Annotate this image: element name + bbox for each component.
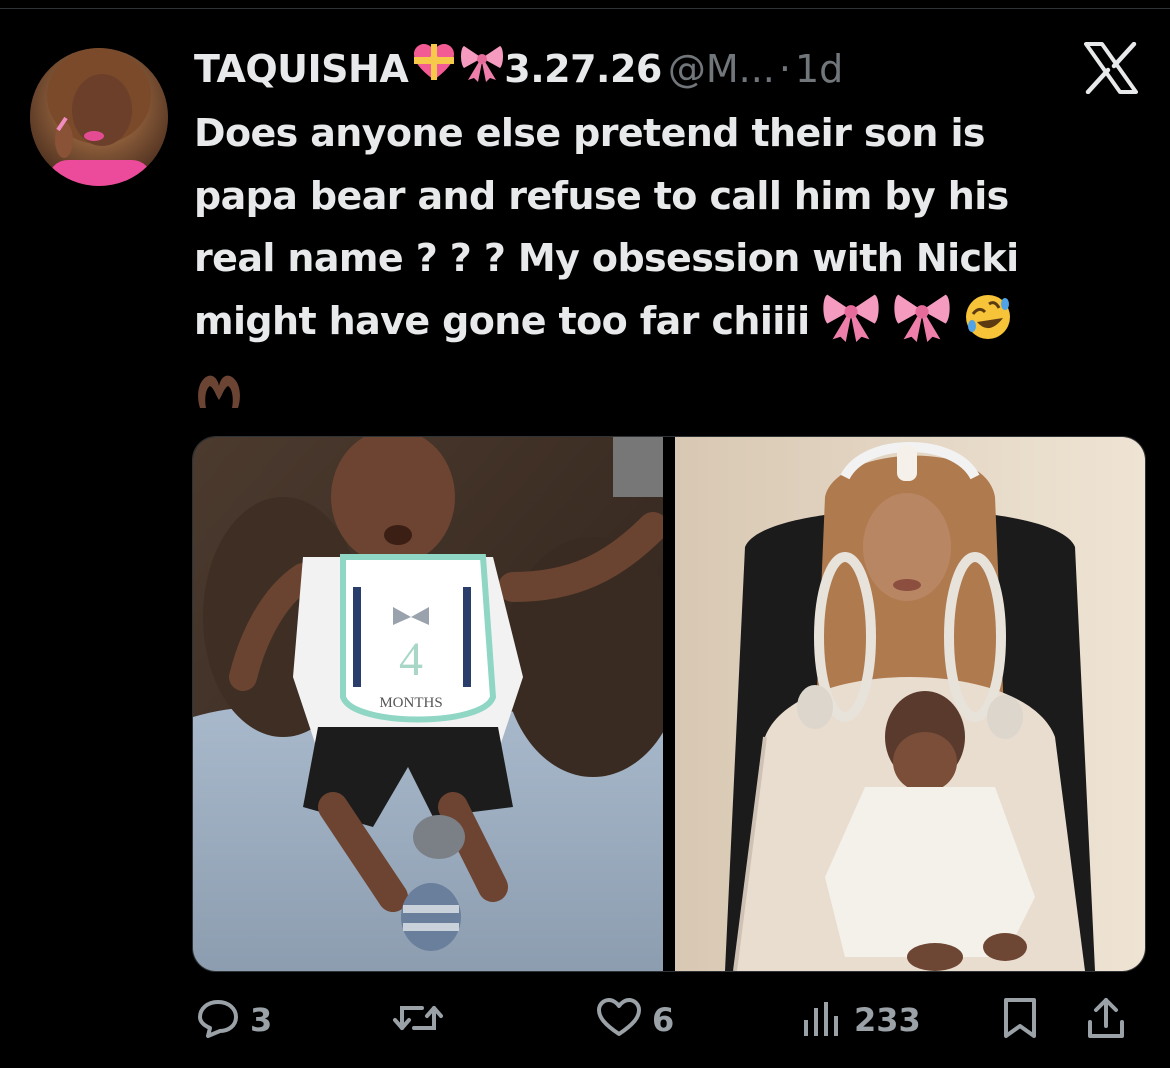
top-divider bbox=[0, 8, 1170, 9]
pink-bow-icon bbox=[460, 40, 504, 98]
post-text-line: papa bear and refuse to call him by his bbox=[194, 173, 1009, 218]
like-icon bbox=[596, 998, 642, 1042]
bib-text: MONTHS bbox=[379, 695, 442, 711]
bookmark-icon bbox=[998, 996, 1042, 1044]
post-text: Does anyone else pretend their son is pa… bbox=[194, 102, 1124, 431]
like-button[interactable]: 6 bbox=[596, 990, 674, 1050]
views-count: 233 bbox=[854, 1001, 921, 1039]
reply-icon bbox=[196, 998, 240, 1042]
pink-bow-icon bbox=[893, 292, 951, 361]
post-text-line-emoji bbox=[194, 360, 1124, 431]
avatar[interactable] bbox=[30, 48, 168, 186]
bib-number: 4 bbox=[399, 633, 423, 686]
reply-count: 3 bbox=[250, 1001, 273, 1039]
repost-button[interactable] bbox=[392, 990, 454, 1050]
separator-dot: · bbox=[778, 47, 791, 91]
share-button[interactable] bbox=[1084, 990, 1128, 1050]
post-timestamp[interactable]: 1d bbox=[795, 40, 843, 98]
baby-photo[interactable]: 4 MONTHS bbox=[193, 437, 683, 971]
heart-hands-icon bbox=[194, 368, 244, 431]
repost-icon bbox=[392, 998, 444, 1042]
post-text-line: Does anyone else pretend their son is bbox=[194, 111, 985, 155]
bookmark-button[interactable] bbox=[998, 990, 1042, 1050]
action-bar: 3 6 233 bbox=[0, 990, 1170, 1050]
like-count: 6 bbox=[652, 1001, 675, 1039]
post-text-line-with-emojis: might have gone too far chiiii bbox=[194, 290, 1124, 361]
pink-bow-icon bbox=[822, 292, 880, 361]
mother-and-baby-photo[interactable] bbox=[675, 437, 1145, 971]
share-icon bbox=[1084, 996, 1128, 1044]
post-text-line: might have gone too far chiiii bbox=[194, 298, 810, 343]
post-text-line: real name ? ? ? My obsession with Nicki bbox=[194, 236, 1019, 280]
x-logo-icon[interactable] bbox=[1084, 41, 1138, 95]
heart-with-ribbon-icon bbox=[414, 40, 455, 98]
display-name[interactable]: TAQUISHA bbox=[194, 40, 409, 98]
reply-button[interactable]: 3 bbox=[196, 990, 272, 1050]
user-handle[interactable]: @M... bbox=[668, 40, 775, 98]
post-header: TAQUISHA 3.27.26 @M... · 1d bbox=[194, 40, 843, 98]
post-media[interactable]: 4 MONTHS bbox=[192, 436, 1146, 972]
views-icon bbox=[800, 998, 844, 1042]
display-name-suffix: 3.27.26 bbox=[504, 47, 662, 91]
rolling-laughing-icon bbox=[963, 292, 1013, 361]
views-button[interactable]: 233 bbox=[800, 990, 921, 1050]
